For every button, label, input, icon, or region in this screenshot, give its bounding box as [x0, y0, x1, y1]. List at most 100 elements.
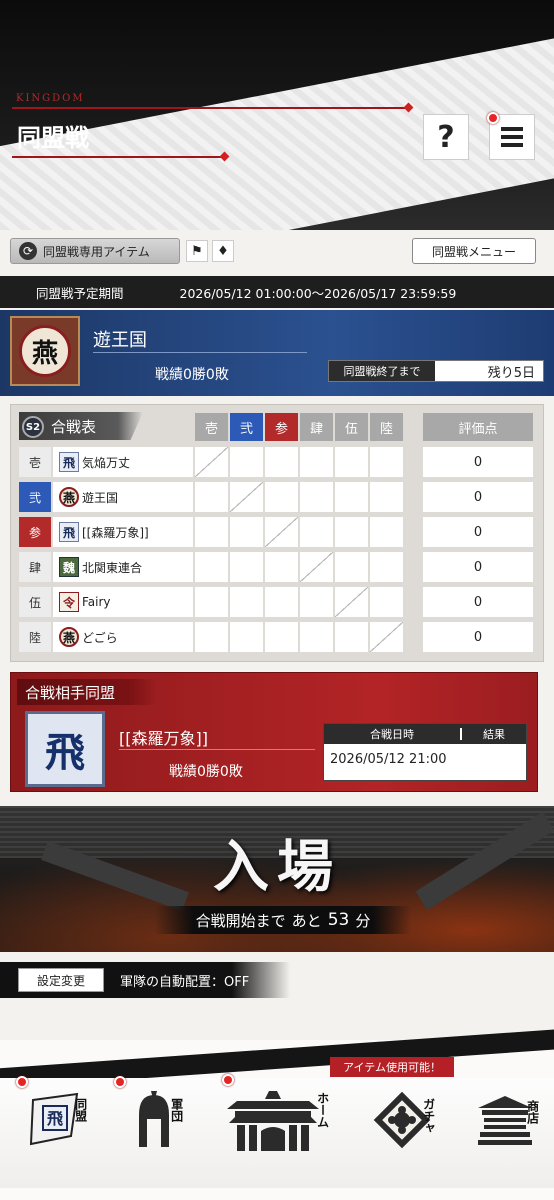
- matchup-cell: [370, 552, 403, 582]
- nav-alliance-label: 同盟: [73, 1098, 88, 1122]
- auto-deploy-status: 軍隊の自動配置：OFF: [120, 975, 250, 990]
- opponent-panel: 合戦相手同盟 飛 [[森羅万象]] 戦績0勝0敗 合戦日時 結果 2026/05…: [10, 672, 538, 792]
- alliance-cell[interactable]: 燕 遊王国: [53, 482, 193, 512]
- nav-gacha[interactable]: ガチャ: [356, 1070, 448, 1170]
- matchup-cell: [195, 622, 228, 652]
- battle-table-header: 合戦表 S2 壱 弐 参 肆 伍 陸 評価点: [11, 405, 543, 445]
- end-countdown-value: 残り5日: [487, 365, 535, 381]
- svg-text:飛: 飛: [46, 1109, 63, 1128]
- column-header: 陸: [370, 413, 403, 441]
- matchup-cell: [335, 447, 368, 477]
- score-column-header: 評価点: [423, 413, 533, 441]
- help-button[interactable]: ?: [423, 114, 469, 160]
- schedule-header: 合戦日時 結果: [324, 724, 526, 744]
- nav-corps[interactable]: 軍団: [112, 1070, 196, 1170]
- matchup-cell: [230, 622, 263, 652]
- divider: [119, 749, 315, 750]
- table-row[interactable]: 肆 魏 北関東連合 0: [11, 550, 543, 582]
- matchup-cell: [265, 622, 298, 652]
- nav-home-dot: [222, 1074, 234, 1086]
- alliance-cell-name: どごら: [82, 630, 118, 645]
- fly-emblem-icon[interactable]: 飛: [25, 711, 105, 787]
- end-countdown: 同盟戦終了まで 残り5日: [328, 360, 544, 382]
- column-header: 壱: [195, 413, 228, 441]
- nav-home[interactable]: ホーム: [208, 1070, 338, 1170]
- alliance-items-button[interactable]: ⟳ 同盟戦専用アイテム: [10, 238, 180, 264]
- alliance-record: 戦績0勝0敗: [155, 367, 229, 383]
- alliance-cell-name: 北関東連合: [82, 560, 143, 575]
- nav-alliance[interactable]: 飛 同盟: [8, 1070, 108, 1170]
- nav-corps-dot: [114, 1076, 126, 1088]
- divider: [93, 352, 307, 353]
- table-row[interactable]: 陸 燕 どごら 0: [11, 620, 543, 652]
- nav-home-label: ホーム: [315, 1092, 330, 1128]
- matchup-cell: [195, 447, 228, 477]
- fly-emblem-icon: 飛: [59, 522, 79, 542]
- matchup-cell: [195, 517, 228, 547]
- alliance-cell[interactable]: 飛 気焔万丈: [53, 447, 193, 477]
- matchup-cell: [230, 587, 263, 617]
- matchup-cell: [230, 447, 263, 477]
- matchup-cell: [195, 552, 228, 582]
- matchup-cell: [265, 587, 298, 617]
- settings-strip: 設定変更 軍隊の自動配置：OFF: [0, 962, 554, 998]
- matchup-cell: [300, 447, 333, 477]
- torch-item-icon[interactable]: ♦: [212, 240, 234, 262]
- battle-schedule-table: 合戦日時 結果 2026/05/12 21:00: [323, 723, 527, 781]
- score-cell: 0: [423, 622, 533, 652]
- nav-alliance-dot: [16, 1076, 28, 1088]
- castle-icon: [223, 1087, 323, 1153]
- matchup-cell: [230, 482, 263, 512]
- alliance-cell[interactable]: 魏 北関東連合: [53, 552, 193, 582]
- row-label: 参: [19, 517, 51, 547]
- column-header: 弐: [230, 413, 263, 441]
- date-header: 合戦日時: [370, 728, 414, 741]
- alliance-menu-button[interactable]: 同盟戦メニュー: [412, 238, 536, 264]
- opponent-record: 戦績0勝0敗: [169, 764, 243, 780]
- matchup-cell: [265, 482, 298, 512]
- alliance-cell-name: [[森羅万象]]: [82, 525, 149, 540]
- enter-battle-banner[interactable]: 入場 合戦開始まで あと 53 分: [0, 806, 554, 952]
- matchup-cell: [370, 622, 403, 652]
- season-badge: S2: [22, 416, 44, 438]
- matchup-cell: [300, 482, 333, 512]
- score-cell: 0: [423, 447, 533, 477]
- matchup-cell: [195, 587, 228, 617]
- row-label: 陸: [19, 622, 51, 652]
- alliance-cell[interactable]: 令 Fairy: [53, 587, 193, 617]
- nav-gacha-label: ガチャ: [421, 1098, 436, 1134]
- matchup-cell: [335, 622, 368, 652]
- countdown-minutes: 53: [327, 910, 350, 930]
- matchup-cell: [195, 482, 228, 512]
- swallow-emblem-icon: 燕: [59, 627, 79, 647]
- change-settings-button[interactable]: 設定変更: [18, 968, 104, 992]
- table-row[interactable]: 参 飛 [[森羅万象]] 0: [11, 515, 543, 547]
- matchup-cell: [335, 552, 368, 582]
- alliance-cell[interactable]: 燕 どごら: [53, 622, 193, 652]
- kingdom-logo-text: KINGDOM: [16, 93, 85, 104]
- title-underline: [12, 156, 224, 158]
- top-header: KINGDOM 同盟戦 ?: [0, 0, 554, 230]
- menu-notification-dot: [487, 112, 499, 124]
- score-cell: 0: [423, 517, 533, 547]
- question-icon: ?: [437, 119, 455, 155]
- score-cell: 0: [423, 587, 533, 617]
- nav-shop[interactable]: 商店: [460, 1070, 550, 1170]
- opponent-name: [[森羅万象]]: [119, 729, 208, 748]
- matchup-cell: [300, 622, 333, 652]
- table-row[interactable]: 伍 令 Fairy 0: [11, 585, 543, 617]
- matchup-cell: [265, 517, 298, 547]
- end-countdown-label: 同盟戦終了まで: [329, 361, 435, 381]
- matchup-cell: [335, 482, 368, 512]
- row-label: 伍: [19, 587, 51, 617]
- column-header: 肆: [300, 413, 333, 441]
- matchup-cell: [370, 517, 403, 547]
- table-row[interactable]: 壱 飛 気焔万丈 0: [11, 445, 543, 477]
- alliance-emblem[interactable]: 燕: [10, 316, 80, 386]
- alliance-cell[interactable]: 飛 [[森羅万象]]: [53, 517, 193, 547]
- matchup-cell: [335, 587, 368, 617]
- table-row[interactable]: 弐 燕 遊王国 0: [11, 480, 543, 512]
- countdown-middle: あと: [291, 911, 322, 930]
- flag-item-icon[interactable]: ⚑: [186, 240, 208, 262]
- matchup-cell: [335, 517, 368, 547]
